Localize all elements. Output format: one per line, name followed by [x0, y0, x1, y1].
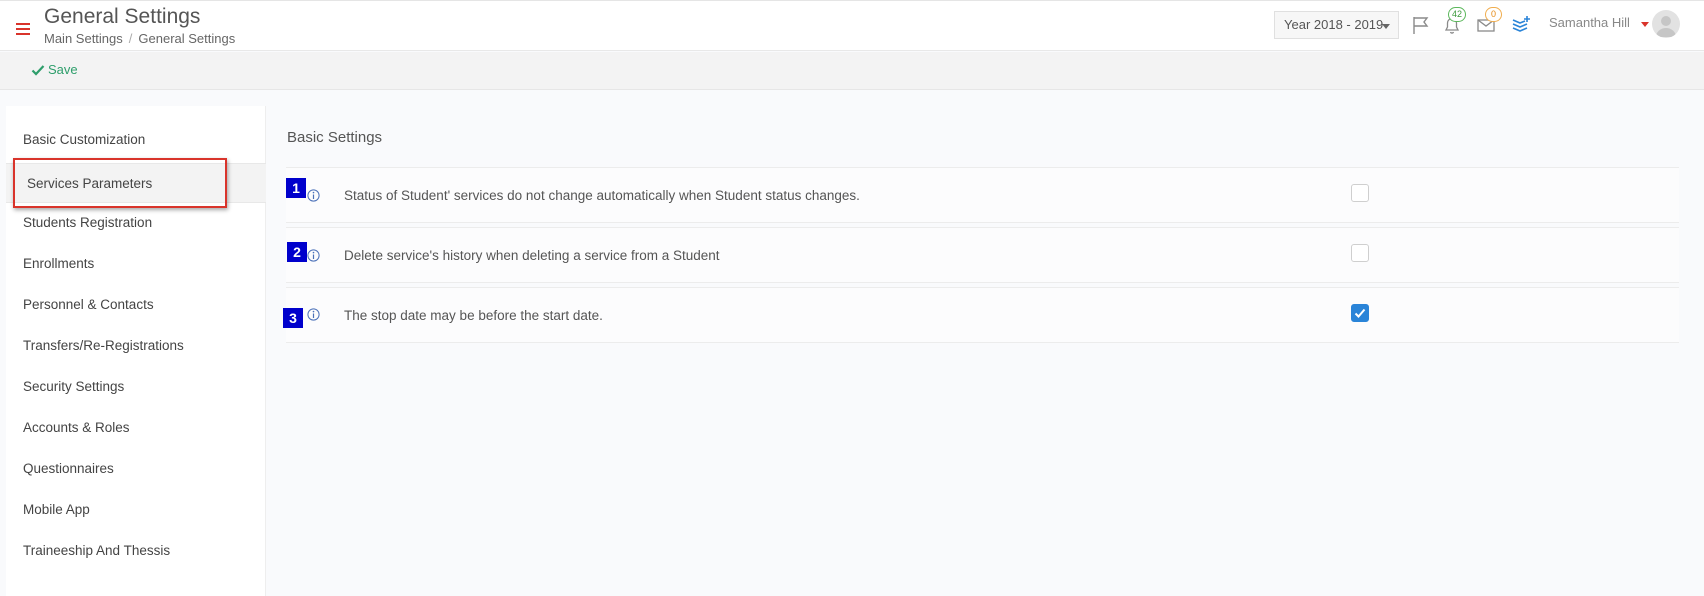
sidebar-item-label: Traineeship And Thessis [23, 543, 171, 558]
action-toolbar: Save [0, 52, 1704, 90]
sidebar-item-accounts-roles[interactable]: Accounts & Roles [6, 410, 266, 446]
breadcrumb: Main Settings / General Settings [44, 31, 235, 46]
setting-checkbox[interactable] [1351, 184, 1369, 202]
page-title: General Settings [44, 5, 201, 28]
sidebar-item-traineeship-thesis[interactable]: Traineeship And Thessis [6, 533, 266, 569]
year-select[interactable]: Year 2018 - 2019 [1274, 11, 1399, 39]
sidebar-item-mobile-app[interactable]: Mobile App [6, 492, 266, 528]
check-icon [31, 64, 45, 76]
breadcrumb-main-settings[interactable]: Main Settings [44, 31, 123, 46]
menu-toggle-icon[interactable] [16, 23, 30, 35]
sidebar-item-label: Enrollments [23, 256, 95, 271]
breadcrumb-general-settings: General Settings [138, 31, 236, 46]
sidebar-item-label: Accounts & Roles [23, 420, 130, 435]
setting-label: Delete service's history when deleting a… [344, 248, 720, 263]
sidebar-item-label: Students Registration [23, 215, 153, 230]
setting-number-badge: 3 [283, 308, 303, 328]
save-button[interactable]: Save [31, 62, 78, 77]
setting-number-badge: 1 [286, 178, 306, 198]
sidebar-item-enrollments[interactable]: Enrollments [6, 246, 266, 282]
section-title: Basic Settings [287, 129, 383, 146]
info-icon[interactable] [307, 249, 320, 262]
info-icon[interactable] [307, 308, 320, 321]
sidebar-item-students-registration[interactable]: Students Registration [6, 205, 266, 241]
save-button-label: Save [48, 62, 78, 77]
messages-badge: 0 [1485, 7, 1502, 22]
settings-content: Basic Settings 1 Status of Student' serv… [266, 90, 1704, 596]
sidebar-item-security-settings[interactable]: Security Settings [6, 369, 266, 405]
settings-sidebar: Basic Customization Services Parameters … [6, 106, 266, 596]
info-icon[interactable] [307, 189, 320, 202]
sidebar-item-label: Personnel & Contacts [23, 297, 154, 312]
setting-row: 2 Delete service's history when deleting… [286, 227, 1679, 283]
setting-row: 3 The stop date may be before the start … [283, 287, 1679, 343]
sidebar-item-label: Services Parameters [27, 176, 153, 191]
sidebar-item-transfers[interactable]: Transfers/Re-Registrations [6, 328, 266, 364]
sidebar-item-personnel-contacts[interactable]: Personnel & Contacts [6, 287, 266, 323]
setting-checkbox[interactable] [1351, 304, 1369, 322]
checkmark-icon [1354, 308, 1366, 318]
breadcrumb-separator: / [128, 31, 133, 46]
sidebar-item-label: Questionnaires [23, 461, 114, 476]
sidebar-item-services-parameters[interactable]: Services Parameters [6, 158, 266, 208]
chevron-down-icon [1382, 24, 1390, 29]
setting-label: Status of Student' services do not chang… [344, 188, 860, 203]
setting-number-badge: 2 [287, 242, 307, 262]
setting-checkbox[interactable] [1351, 244, 1369, 262]
sidebar-item-basic-customization[interactable]: Basic Customization [6, 122, 266, 158]
sidebar-item-label: Security Settings [23, 379, 125, 394]
sidebar-item-label: Basic Customization [23, 132, 146, 147]
flag-icon[interactable] [1410, 14, 1432, 36]
top-header: General Settings Main Settings / General S… [0, 0, 1704, 51]
year-select-value: Year 2018 - 2019 [1284, 17, 1384, 32]
sidebar-item-label: Mobile App [23, 502, 90, 517]
sidebar-item-label: Transfers/Re-Registrations [23, 338, 184, 353]
layers-add-icon[interactable] [1510, 14, 1532, 36]
notifications-badge: 42 [1448, 7, 1467, 22]
setting-label: The stop date may be before the start da… [344, 308, 603, 323]
user-menu-caret-icon[interactable] [1641, 22, 1649, 27]
avatar[interactable] [1652, 10, 1680, 38]
sidebar-item-questionnaires[interactable]: Questionnaires [6, 451, 266, 487]
user-menu[interactable]: Samantha Hill [1549, 15, 1630, 30]
setting-row: 1 Status of Student' services do not cha… [286, 167, 1679, 223]
